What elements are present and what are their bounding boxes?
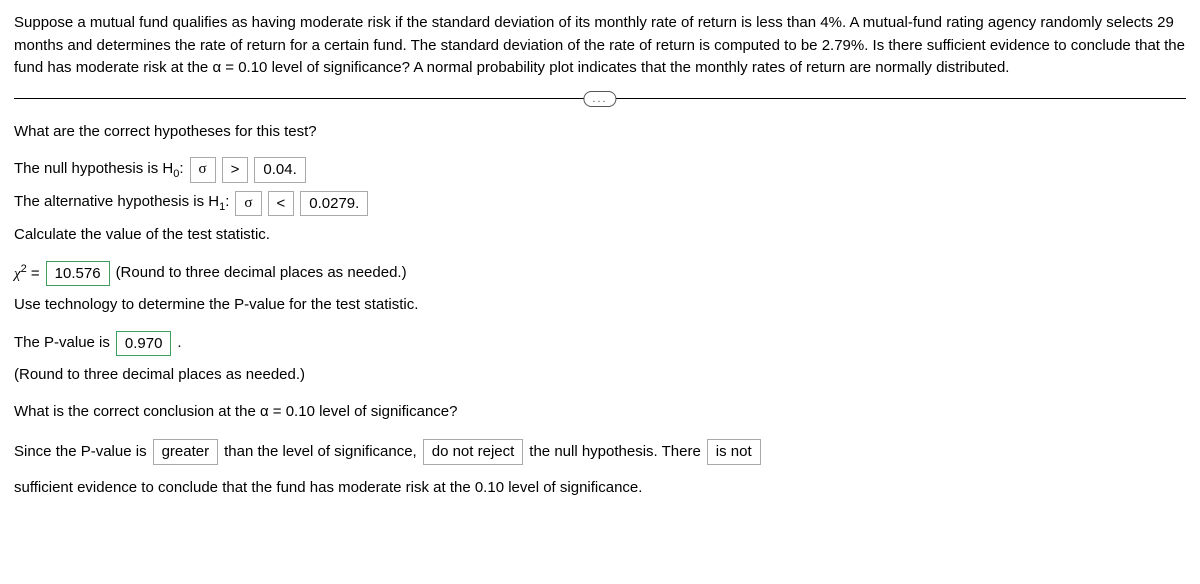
colon-2: :	[225, 193, 229, 210]
concl-select-3[interactable]: is not	[707, 439, 761, 465]
pvalue-input[interactable]: 0.970	[116, 331, 172, 357]
conclusion-line: Since the P-value is greater than the le…	[14, 437, 1186, 503]
chi-square-label: χ2 =	[14, 261, 40, 286]
pvalue-note: (Round to three decimal places as needed…	[14, 364, 1186, 387]
colon: :	[179, 160, 183, 177]
alt-prefix: The alternative hypothesis is H	[14, 193, 219, 210]
null-hypothesis-line: The null hypothesis is H0: σ > 0.04.	[14, 157, 1186, 183]
test-statistic-question: Calculate the value of the test statisti…	[14, 224, 1186, 247]
hypotheses-question: What are the correct hypotheses for this…	[14, 121, 1186, 144]
chi-note: (Round to three decimal places as needed…	[116, 262, 407, 285]
null-label: The null hypothesis is H0:	[14, 158, 184, 183]
pvalue-suffix: .	[177, 332, 181, 355]
chi-square-line: χ2 = 10.576 (Round to three decimal plac…	[14, 261, 1186, 287]
h1-parameter-select[interactable]: σ	[235, 191, 261, 217]
chi-symbol: χ	[14, 266, 21, 282]
h1-value-input[interactable]: 0.0279.	[300, 191, 368, 217]
conclusion-question: What is the correct conclusion at the α …	[14, 401, 1186, 424]
concl-text-2: than the level of significance,	[224, 437, 417, 467]
alt-hypothesis-line: The alternative hypothesis is H1: σ < 0.…	[14, 191, 1186, 217]
concl-text-3: the null hypothesis. There	[529, 437, 701, 467]
chi-square-input[interactable]: 10.576	[46, 261, 110, 287]
concl-text-1: Since the P-value is	[14, 437, 147, 467]
null-prefix: The null hypothesis is H	[14, 160, 173, 177]
problem-statement: Suppose a mutual fund qualifies as havin…	[14, 12, 1186, 80]
h0-value-input[interactable]: 0.04.	[254, 157, 305, 183]
concl-text-4: sufficient evidence to conclude that the…	[14, 473, 642, 503]
chi-equals: =	[27, 265, 40, 282]
h0-operator-select[interactable]: >	[222, 157, 249, 183]
h1-operator-select[interactable]: <	[268, 191, 295, 217]
alt-label: The alternative hypothesis is H1:	[14, 191, 229, 216]
concl-select-2[interactable]: do not reject	[423, 439, 524, 465]
pvalue-prefix: The P-value is	[14, 332, 110, 355]
h0-parameter-select[interactable]: σ	[190, 157, 216, 183]
pvalue-line: The P-value is 0.970 .	[14, 331, 1186, 357]
concl-select-1[interactable]: greater	[153, 439, 219, 465]
pvalue-question: Use technology to determine the P-value …	[14, 294, 1186, 317]
section-divider: ...	[14, 98, 1186, 99]
divider-label: ...	[583, 91, 616, 107]
